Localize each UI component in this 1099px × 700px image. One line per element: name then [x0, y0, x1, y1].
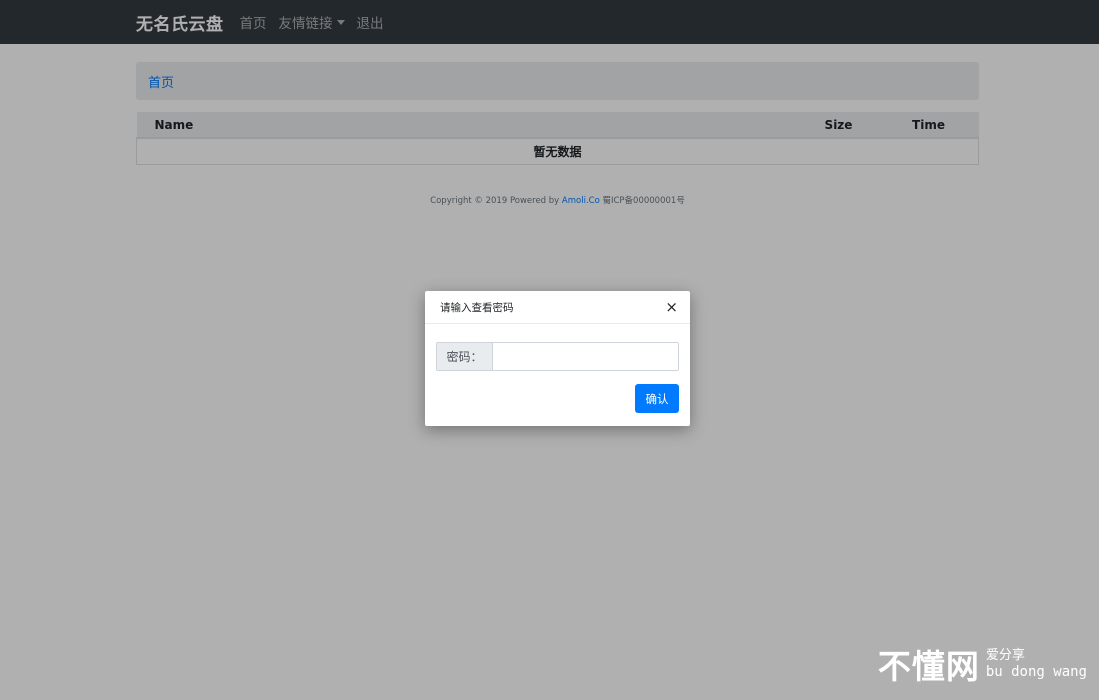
confirm-button[interactable]: 确认 [635, 384, 679, 413]
password-label: 密码： [437, 343, 493, 370]
password-modal: 请输入查看密码 × 密码： 确认 [425, 291, 690, 426]
password-input-group: 密码： [436, 342, 679, 371]
modal-header: 请输入查看密码 × [425, 291, 690, 324]
watermark-tagline: 爱分享 [985, 648, 1025, 663]
close-icon[interactable]: × [665, 299, 678, 315]
password-input[interactable] [493, 343, 678, 370]
modal-actions: 确认 [425, 371, 690, 413]
watermark: 不懂网 爱分享 bu dong wang [878, 640, 1087, 688]
modal-title: 请输入查看密码 [440, 301, 514, 314]
watermark-pinyin: bu dong wang [985, 664, 1087, 680]
modal-body: 密码： [425, 324, 690, 371]
watermark-logo-text: 不懂网 [877, 647, 980, 686]
watermark-side: 爱分享 bu dong wang [986, 648, 1087, 680]
page: 无名氏云盘 首页 友情链接 退出 首页 Name Size Time 暂无数据 [0, 0, 1099, 700]
